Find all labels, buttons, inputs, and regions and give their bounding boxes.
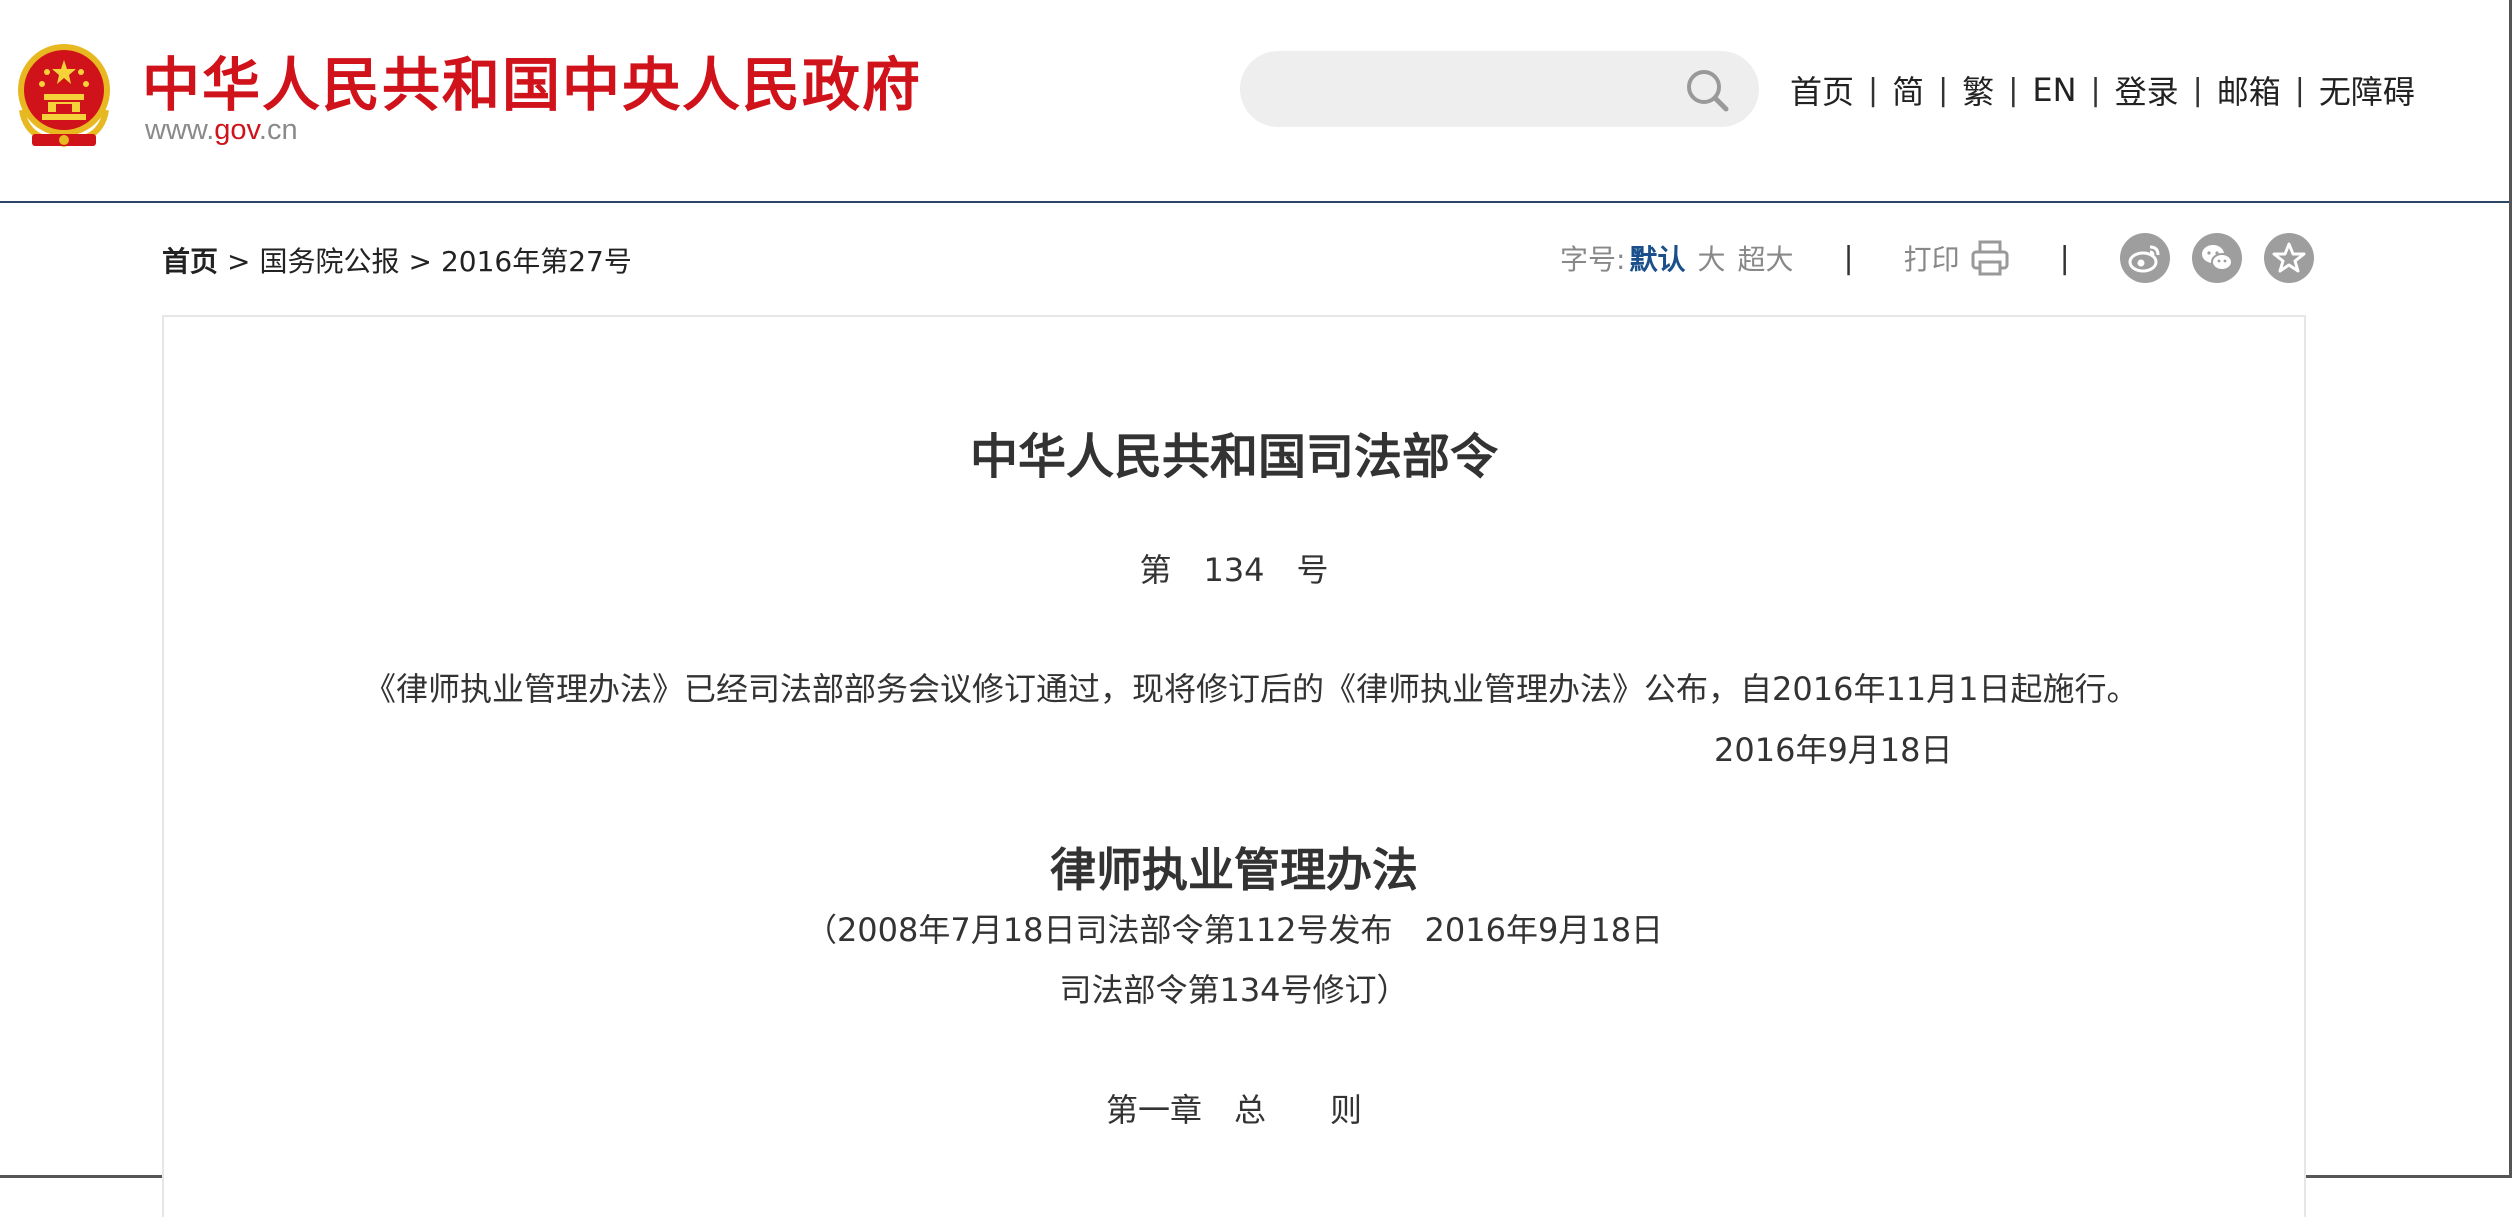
nav-accessibility[interactable]: 无障碍 [2319, 67, 2415, 113]
nav-mailbox[interactable]: 邮箱 [2217, 67, 2281, 113]
article-toolbar: 字号: 默认 大 超大 | 打印 | [1560, 233, 2314, 283]
wechat-icon [2201, 245, 2233, 271]
search-input[interactable] [1270, 65, 1674, 115]
font-size-default[interactable]: 默认 [1629, 238, 1685, 278]
nav-separator: | [2008, 72, 2019, 108]
nav-separator: | [2192, 72, 2203, 108]
printer-icon[interactable] [1970, 239, 2010, 277]
site-title[interactable]: 中华人民共和国中央人民政府 [142, 38, 922, 122]
nav-separator: | [1868, 72, 1879, 108]
search-icon[interactable] [1684, 67, 1730, 113]
nav-separator: | [2090, 72, 2101, 108]
nav-english[interactable]: EN [2032, 71, 2076, 109]
nav-login[interactable]: 登录 [2115, 67, 2179, 113]
nav-separator: | [1938, 72, 1949, 108]
revision-note-line2: 司法部令第134号修订） [1059, 971, 1409, 1009]
breadcrumb-gazette[interactable]: 国务院公报 [259, 245, 399, 278]
weibo-share-button[interactable] [2119, 233, 2170, 283]
print-label[interactable]: 打印 [1904, 238, 1960, 278]
breadcrumb: 首页 > 国务院公报 >2016年第27号 [162, 240, 632, 280]
order-number: 第 134 号 [1139, 551, 1329, 589]
promulgation-notice: 《律师执业管理办法》已经司法部部务会议修订通过，现将修订后的《律师执业管理办法》… [364, 670, 2139, 708]
search-box [1240, 51, 1759, 127]
site-header: 中华人民共和国中央人民政府 www.gov.cn 首页 | 简 | 繁 | EN… [0, 0, 2509, 203]
revision-note-line1: （2008年7月18日司法部令第112号发布 2016年9月18日 [804, 911, 1664, 949]
site-url-prefix: www. [145, 114, 215, 146]
site-url-suffix: .cn [258, 114, 298, 146]
nav-traditional[interactable]: 繁 [1962, 67, 1994, 113]
font-size-label: 字号: [1560, 243, 1626, 276]
national-emblem-icon[interactable] [12, 40, 116, 150]
font-size-large[interactable]: 大 [1697, 238, 1725, 278]
weibo-icon [2128, 245, 2160, 273]
breadcrumb-separator: > [227, 245, 251, 278]
site-url-highlight: gov [214, 114, 259, 146]
site-url[interactable]: www.gov.cn [145, 114, 298, 147]
regulation-title: 律师执业管理办法 [1050, 843, 1418, 897]
font-size-xlarge[interactable]: 超大 [1737, 238, 1793, 278]
wechat-share-button[interactable] [2191, 233, 2242, 283]
favorite-icon [2272, 242, 2306, 273]
top-nav: 首页 | 简 | 繁 | EN | 登录 | 邮箱 | 无障碍 [1790, 68, 2415, 112]
favorite-share-button[interactable] [2263, 233, 2314, 283]
article-title: 中华人民共和国司法部令 [969, 429, 1498, 485]
toolbar-divider: | [2059, 240, 2070, 276]
article-body: 中华人民共和国司法部令 第 134 号 《律师执业管理办法》已经司法部部务会议修… [162, 315, 2306, 1217]
chapter-heading: 第一章 总 则 [1105, 1091, 1362, 1129]
toolbar-divider: | [1843, 240, 1854, 276]
notice-date: 2016年9月18日 [1714, 731, 1953, 769]
nav-separator: | [2294, 72, 2305, 108]
nav-home[interactable]: 首页 [1790, 67, 1854, 113]
nav-simplified[interactable]: 简 [1892, 67, 1924, 113]
breadcrumb-separator: > [408, 245, 432, 278]
breadcrumb-home[interactable]: 首页 [162, 245, 218, 278]
breadcrumb-issue[interactable]: 2016年第27号 [441, 245, 632, 278]
